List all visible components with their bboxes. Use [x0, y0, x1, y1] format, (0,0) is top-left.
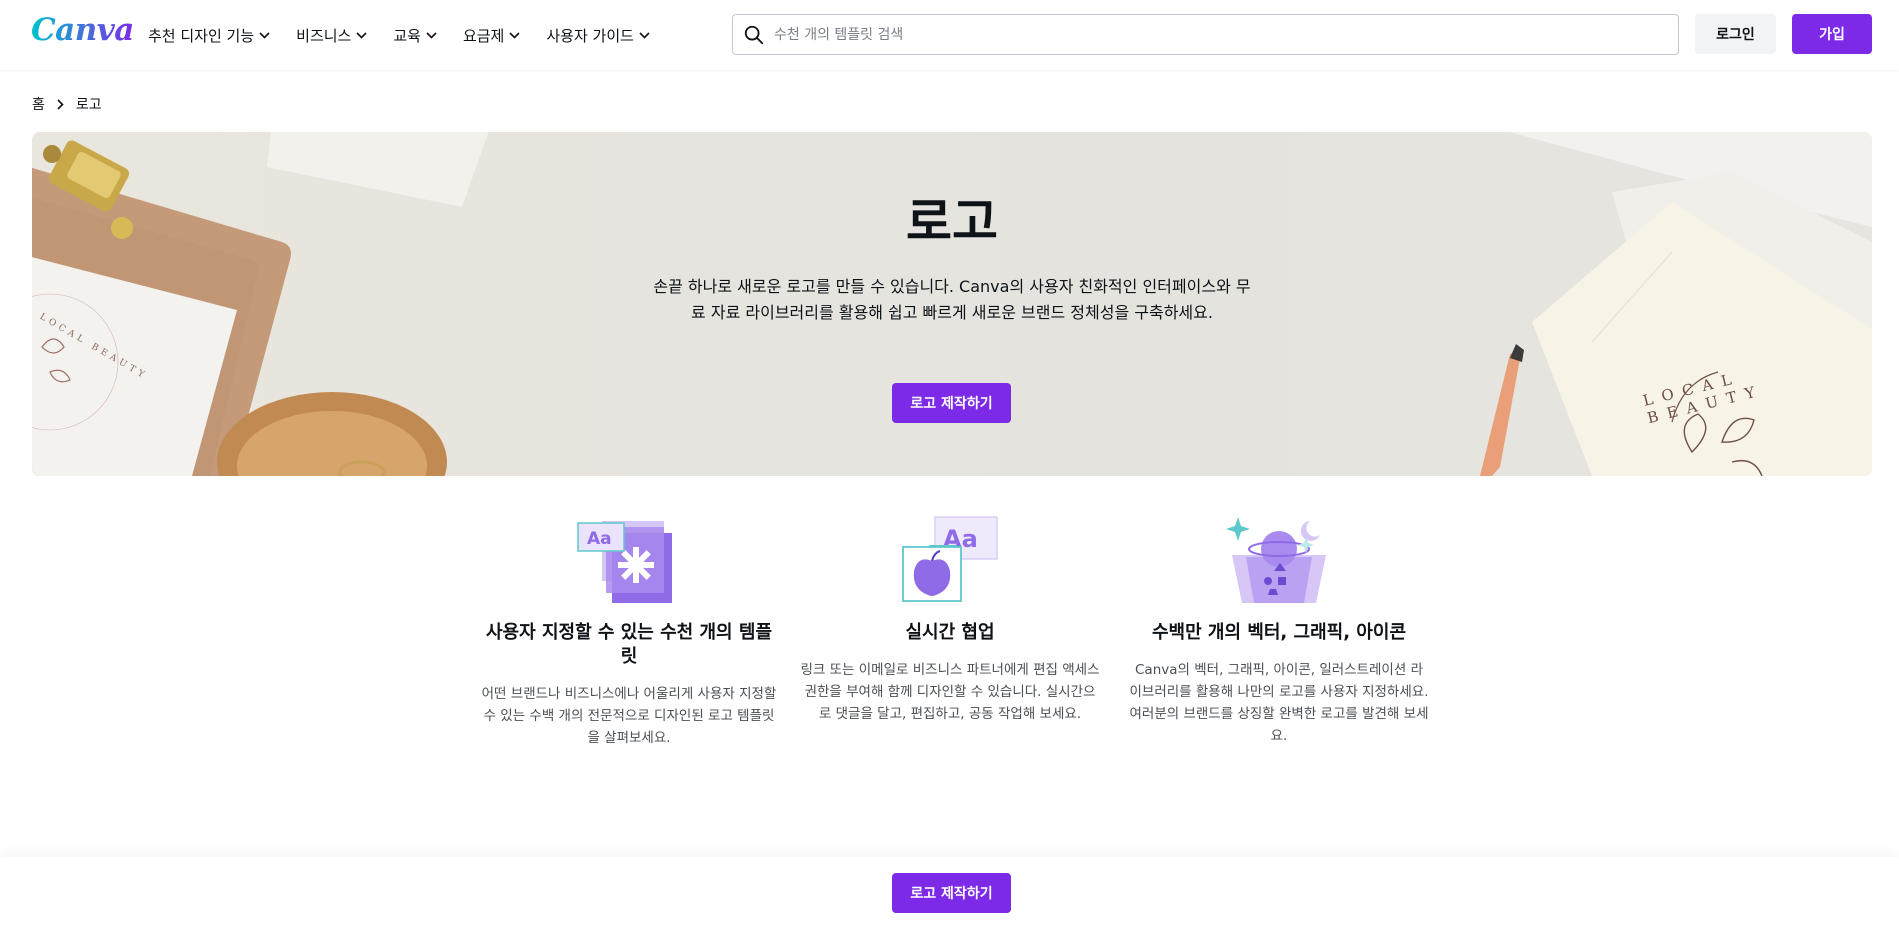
feature-description: Canva의 벡터, 그래픽, 아이콘, 일러스트레이션 라이브러리를 활용해 … — [1129, 662, 1429, 744]
feature-title: 사용자 지정할 수 있는 수천 개의 템플릿 — [486, 622, 772, 667]
breadcrumb-current: 로고 — [75, 97, 102, 113]
search-icon — [744, 25, 764, 44]
login-button[interactable]: 로그인 — [1695, 14, 1776, 54]
create-logo-button[interactable]: 로고 제작하기 — [892, 383, 1011, 423]
top-header: Canva 추천 디자인 기능 비즈니스 교육 요금제 사용자 가이드 로그인 — [0, 0, 1899, 70]
main-nav: 추천 디자인 기능 비즈니스 교육 요금제 사용자 가이드 — [148, 0, 676, 70]
feature-collaboration: Aa 실시간 협업 링크 또는 이메일로 비즈니스 파트너에게 편집 액세스 권… — [800, 515, 1100, 725]
nav-item-guide[interactable]: 사용자 가이드 — [546, 25, 650, 46]
breadcrumb: 홈 로고 — [32, 94, 102, 114]
sticky-create-logo-button[interactable]: 로고 제작하기 — [892, 873, 1011, 913]
search-bar[interactable] — [732, 14, 1679, 55]
feature-title: 수백만 개의 벡터, 그래픽, 아이콘 — [1151, 622, 1407, 643]
chevron-down-icon — [639, 31, 650, 39]
hero-banner: LOCAL BEAUTY LOCAL BEAUTY 로고 손끝 하나로 새로운 … — [32, 132, 1872, 476]
nav-item-business[interactable]: 비즈니스 — [296, 25, 367, 46]
hero-description: 손끝 하나로 새로운 로고를 만들 수 있습니다. Canva의 사용자 친화적… — [653, 277, 1251, 322]
signup-button[interactable]: 가입 — [1792, 14, 1872, 54]
feature-description: 링크 또는 이메일로 비즈니스 파트너에게 편집 액세스 권한을 부여해 함께 … — [800, 662, 1100, 722]
feature-title: 실시간 협업 — [905, 622, 995, 643]
templates-illustration-icon: Aa — [577, 521, 672, 603]
nav-item-label: 비즈니스 — [296, 26, 352, 45]
nav-item-label: 요금제 — [462, 26, 505, 45]
feature-templates: Aa 사용자 지정할 수 있는 수천 개의 템플릿 어떤 브랜드나 비즈니스에나… — [479, 515, 779, 749]
nav-item-label: 추천 디자인 기능 — [148, 26, 255, 45]
search-input[interactable] — [774, 26, 1678, 43]
breadcrumb-home-link[interactable]: 홈 — [32, 94, 45, 114]
chevron-down-icon — [426, 31, 437, 39]
chevron-down-icon — [509, 31, 520, 39]
nav-item-education[interactable]: 교육 — [393, 25, 437, 46]
nav-item-featured[interactable]: 추천 디자인 기능 — [148, 25, 270, 46]
svg-text:Aa: Aa — [587, 529, 612, 549]
nav-item-pricing[interactable]: 요금제 — [463, 25, 520, 46]
chevron-down-icon — [259, 31, 270, 39]
page-title: 로고 — [906, 193, 998, 251]
graphics-illustration-icon — [1226, 517, 1326, 603]
collaboration-illustration-icon: Aa — [902, 516, 998, 602]
hero-content: 로고 손끝 하나로 새로운 로고를 만들 수 있습니다. Canva의 사용자 … — [32, 132, 1872, 476]
chevron-right-icon — [57, 98, 64, 110]
canva-logo[interactable]: Canva — [31, 12, 134, 48]
feature-description: 어떤 브랜드나 비즈니스에나 어울리게 사용자 지정할 수 있는 수백 개의 전… — [481, 686, 777, 746]
nav-item-label: 사용자 가이드 — [546, 26, 634, 45]
nav-item-label: 교육 — [393, 26, 421, 45]
feature-graphics: 수백만 개의 벡터, 그래픽, 아이콘 Canva의 벡터, 그래픽, 아이콘,… — [1129, 515, 1429, 747]
chevron-down-icon — [356, 31, 367, 39]
